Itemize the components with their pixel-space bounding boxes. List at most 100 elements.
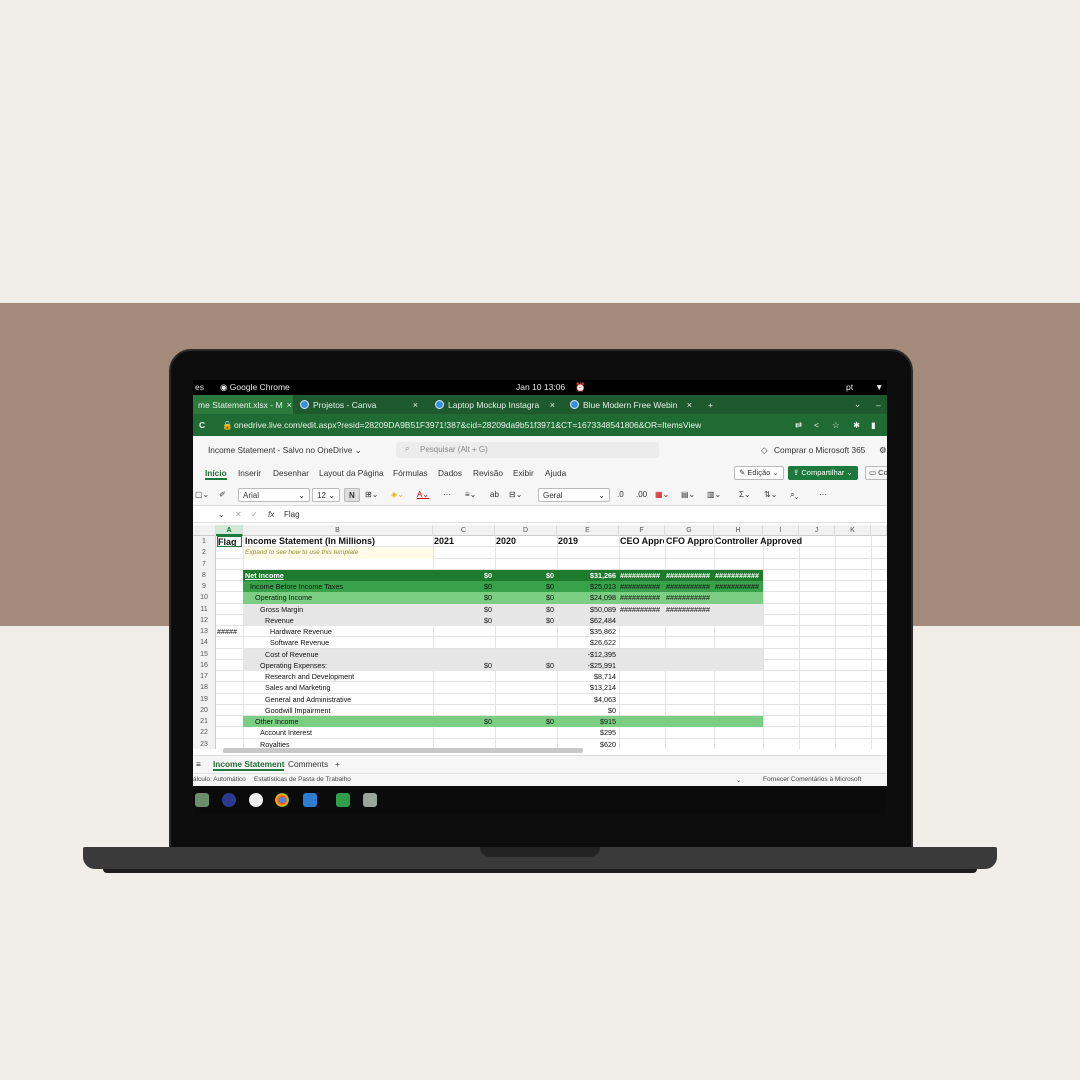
- language-indicator[interactable]: pt: [846, 382, 853, 392]
- confirm-formula-icon[interactable]: ✓: [251, 510, 258, 519]
- cell-g[interactable]: [666, 559, 713, 570]
- edit-mode-button[interactable]: ✎ Edição ⌄: [734, 466, 784, 480]
- cell-h[interactable]: [715, 727, 762, 738]
- files-app-icon[interactable]: [195, 793, 209, 807]
- cell-h[interactable]: [715, 671, 762, 682]
- cell-b[interactable]: Gross Margin: [260, 604, 448, 615]
- horizontal-scrollbar[interactable]: [223, 748, 583, 753]
- col-header-f[interactable]: F: [619, 525, 665, 536]
- cell-d[interactable]: $0: [496, 570, 556, 581]
- align-icon[interactable]: ≡⌄: [465, 488, 476, 502]
- cell-f[interactable]: [620, 547, 664, 558]
- col-header-a[interactable]: A: [216, 525, 243, 536]
- cell-c[interactable]: $0: [434, 570, 494, 581]
- cell-g[interactable]: ###########: [666, 570, 713, 581]
- cell-e[interactable]: $13,214: [558, 682, 618, 693]
- cell-b[interactable]: Income Before Income Taxes: [250, 581, 438, 592]
- col-header-h[interactable]: H: [714, 525, 763, 536]
- tab-formulas[interactable]: Fórmulas: [393, 468, 428, 478]
- cell-d[interactable]: [496, 705, 556, 716]
- more-font-icon[interactable]: ···: [443, 488, 451, 502]
- more-options-icon[interactable]: ···: [819, 488, 827, 502]
- cell-d[interactable]: [496, 649, 556, 660]
- cell-f[interactable]: ##########: [620, 592, 664, 603]
- cell-f[interactable]: [620, 660, 664, 671]
- cell-a[interactable]: [217, 705, 242, 716]
- row-header[interactable]: 11: [193, 603, 216, 615]
- cell-f[interactable]: ##########: [620, 604, 664, 615]
- cell-styles-icon[interactable]: ▥⌄: [707, 488, 721, 502]
- cell-g[interactable]: [666, 694, 713, 705]
- wifi-icon[interactable]: ▼: [875, 382, 883, 392]
- status-chevron-icon[interactable]: ⌄: [736, 776, 741, 784]
- tab-laptop-mockup[interactable]: Laptop Mockup Instagra ×: [430, 395, 560, 414]
- select-all-corner[interactable]: [193, 525, 216, 536]
- cell-g[interactable]: [666, 705, 713, 716]
- paste-icon[interactable]: ▢⌄: [195, 488, 209, 502]
- cell-a[interactable]: [217, 604, 242, 615]
- settings-gear-icon[interactable]: ⚙: [879, 445, 886, 455]
- cell-f[interactable]: [620, 671, 664, 682]
- row-header[interactable]: 1: [193, 536, 216, 548]
- autosum-icon[interactable]: Σ⌄: [739, 488, 751, 502]
- cell-f[interactable]: [620, 649, 664, 660]
- cell-h[interactable]: [715, 705, 762, 716]
- cell-g[interactable]: [666, 716, 713, 727]
- tab-income-statement[interactable]: me Statement.xlsx - M ×: [193, 395, 293, 414]
- cell-f[interactable]: [620, 559, 664, 570]
- cell-c[interactable]: [434, 649, 494, 660]
- share-button[interactable]: ⇪ Compartilhar ⌄: [788, 466, 858, 480]
- cell-g[interactable]: [666, 660, 713, 671]
- app-icon[interactable]: [249, 793, 263, 807]
- share-icon[interactable]: <: [814, 420, 819, 430]
- cell-g[interactable]: ###########: [666, 592, 713, 603]
- cell-c[interactable]: $0: [434, 615, 494, 626]
- calc-mode[interactable]: álculo: Automático: [193, 776, 246, 783]
- cell-h[interactable]: ###########: [715, 570, 762, 581]
- cell-h[interactable]: [715, 604, 762, 615]
- cell-c[interactable]: [434, 559, 494, 570]
- row-header[interactable]: 18: [193, 682, 216, 694]
- cell-c[interactable]: [434, 694, 494, 705]
- cell-e[interactable]: $35,862: [558, 626, 618, 637]
- cell-a[interactable]: [217, 727, 242, 738]
- row-header[interactable]: 12: [193, 614, 216, 626]
- cell-e[interactable]: $62,484: [558, 615, 618, 626]
- clock[interactable]: Jan 10 13:06: [516, 382, 565, 392]
- cell-b[interactable]: Other Income: [255, 716, 443, 727]
- recycle-bin-icon[interactable]: [363, 793, 377, 807]
- col-header-b[interactable]: B: [243, 525, 433, 536]
- minimize-icon[interactable]: –: [871, 395, 885, 414]
- row-header[interactable]: 2: [193, 547, 216, 559]
- row-header[interactable]: 7: [193, 558, 216, 570]
- cell-e[interactable]: $50,089: [558, 604, 618, 615]
- cell-c[interactable]: $0: [434, 604, 494, 615]
- cell-h[interactable]: [715, 559, 762, 570]
- cell-h[interactable]: [715, 547, 762, 558]
- cell-b[interactable]: Income Statement (In Millions): [245, 536, 433, 547]
- cell-g[interactable]: [666, 637, 713, 648]
- search-input[interactable]: ⌕ Pesquisar (Alt + G): [396, 442, 659, 458]
- cell-a[interactable]: #####: [217, 626, 242, 637]
- chrome-app-indicator[interactable]: ◉ Google Chrome: [220, 382, 290, 393]
- cell-a[interactable]: [217, 615, 242, 626]
- cell-b[interactable]: Software Revenue: [270, 637, 458, 648]
- cell-h[interactable]: [715, 626, 762, 637]
- translate-icon[interactable]: ⇄: [795, 420, 802, 431]
- cell-a[interactable]: [217, 547, 242, 558]
- row-header[interactable]: 23: [193, 738, 216, 749]
- bold-button[interactable]: N: [344, 488, 360, 502]
- font-color-icon[interactable]: A⌄: [417, 488, 429, 502]
- cell-g[interactable]: [666, 615, 713, 626]
- row-header[interactable]: 10: [193, 592, 216, 604]
- cell-b[interactable]: Operating Expenses:: [260, 660, 448, 671]
- row-header[interactable]: 14: [193, 637, 216, 649]
- lock-icon[interactable]: 🔒: [222, 420, 233, 431]
- cell-b[interactable]: Research and Development: [265, 671, 453, 682]
- cell-c[interactable]: $0: [434, 660, 494, 671]
- cell-g[interactable]: [666, 547, 713, 558]
- cell-e[interactable]: -$12,395: [558, 649, 618, 660]
- col-header-g[interactable]: G: [665, 525, 714, 536]
- sidebar-icon[interactable]: ▮: [871, 420, 876, 431]
- cell-f[interactable]: [620, 626, 664, 637]
